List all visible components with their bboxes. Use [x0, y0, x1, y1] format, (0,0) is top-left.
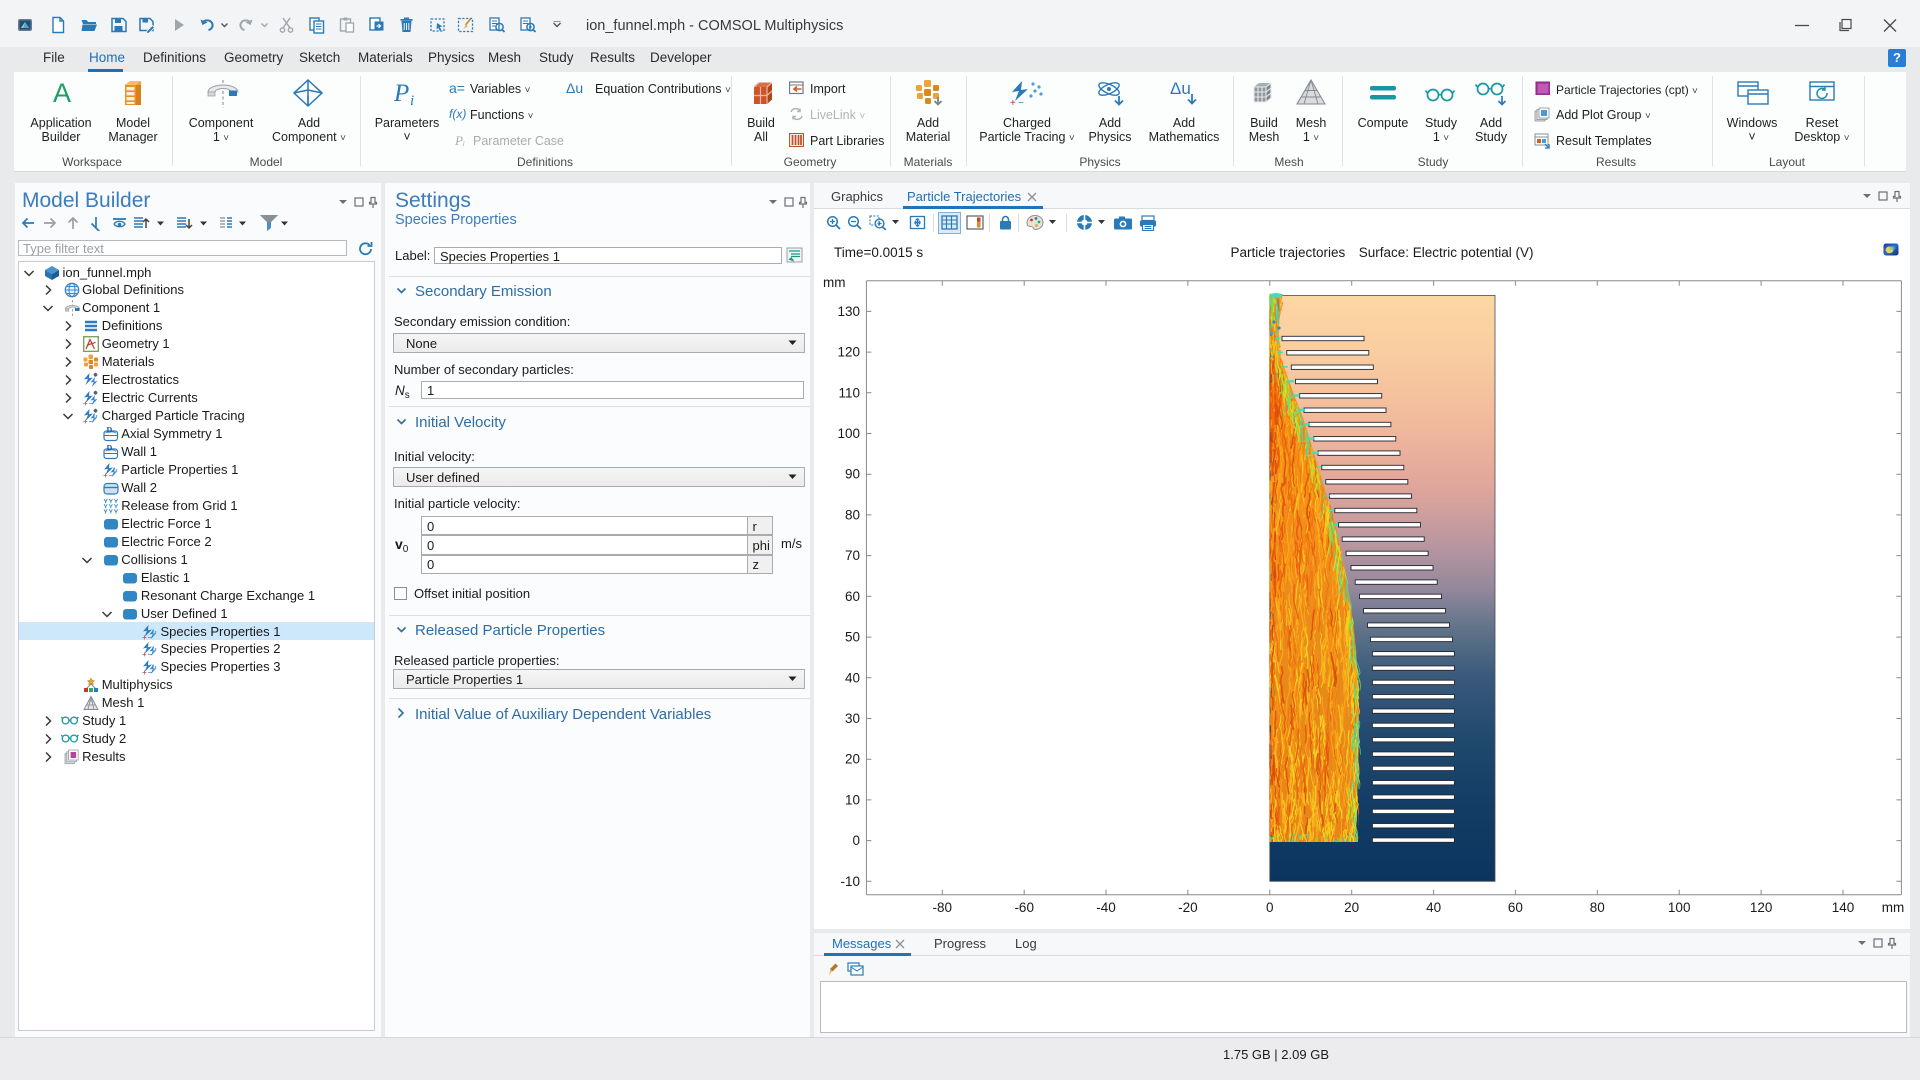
svg-text:A: A — [53, 80, 71, 106]
svg-text:+: + — [1010, 98, 1016, 107]
svg-text:70: 70 — [845, 548, 860, 563]
svg-text:−: − — [148, 632, 153, 641]
svg-text:80: 80 — [1590, 900, 1605, 915]
svg-text:+: + — [83, 417, 88, 425]
svg-text:130: 130 — [837, 304, 860, 319]
svg-text:80: 80 — [845, 507, 860, 522]
svg-text:+: + — [83, 399, 88, 407]
svg-text:mm: mm — [823, 275, 846, 290]
svg-text:mm: mm — [1882, 900, 1905, 915]
svg-text:−: − — [89, 399, 94, 408]
svg-text:+: + — [142, 668, 147, 676]
svg-text:−: − — [89, 417, 94, 426]
svg-text:D: D — [106, 444, 112, 453]
svg-text:40: 40 — [1426, 900, 1441, 915]
svg-text:a=: a= — [449, 81, 465, 95]
svg-text:-40: -40 — [1096, 900, 1116, 915]
svg-text:−: − — [1018, 98, 1024, 107]
svg-text:-10: -10 — [840, 874, 860, 889]
svg-text:−: − — [148, 650, 153, 659]
svg-text:-20: -20 — [1178, 900, 1198, 915]
svg-text:Δu: Δu — [566, 81, 583, 96]
svg-text:110: 110 — [838, 385, 860, 400]
svg-text:50: 50 — [845, 630, 860, 645]
svg-text:0: 0 — [852, 833, 860, 848]
svg-text:40: 40 — [845, 670, 860, 685]
svg-text:30: 30 — [845, 711, 860, 726]
svg-text:+: + — [142, 633, 147, 641]
svg-text:−: − — [148, 668, 153, 677]
svg-text:f(x): f(x) — [449, 107, 466, 121]
svg-text:10: 10 — [845, 792, 860, 807]
svg-text:120: 120 — [1750, 900, 1773, 915]
svg-text:60: 60 — [1508, 900, 1523, 915]
svg-text:i: i — [410, 93, 414, 106]
svg-text:20: 20 — [1344, 900, 1359, 915]
svg-text:100: 100 — [837, 426, 860, 441]
svg-text:60: 60 — [845, 589, 860, 604]
svg-text:-60: -60 — [1014, 900, 1034, 915]
svg-text:−: − — [108, 470, 113, 479]
svg-text:D: D — [106, 426, 112, 435]
svg-text:+: + — [142, 650, 147, 658]
svg-text:100: 100 — [1668, 900, 1691, 915]
svg-text:120: 120 — [837, 345, 860, 360]
svg-text:Δu: Δu — [1170, 79, 1191, 98]
svg-text:20: 20 — [845, 752, 860, 767]
svg-text:-80: -80 — [933, 900, 953, 915]
svg-text:Pᵢ: Pᵢ — [455, 133, 465, 147]
svg-text:0: 0 — [1266, 900, 1274, 915]
svg-text:+: + — [103, 471, 108, 479]
svg-text:P: P — [394, 80, 409, 106]
svg-text:140: 140 — [1832, 900, 1855, 915]
svg-text:90: 90 — [845, 467, 860, 482]
